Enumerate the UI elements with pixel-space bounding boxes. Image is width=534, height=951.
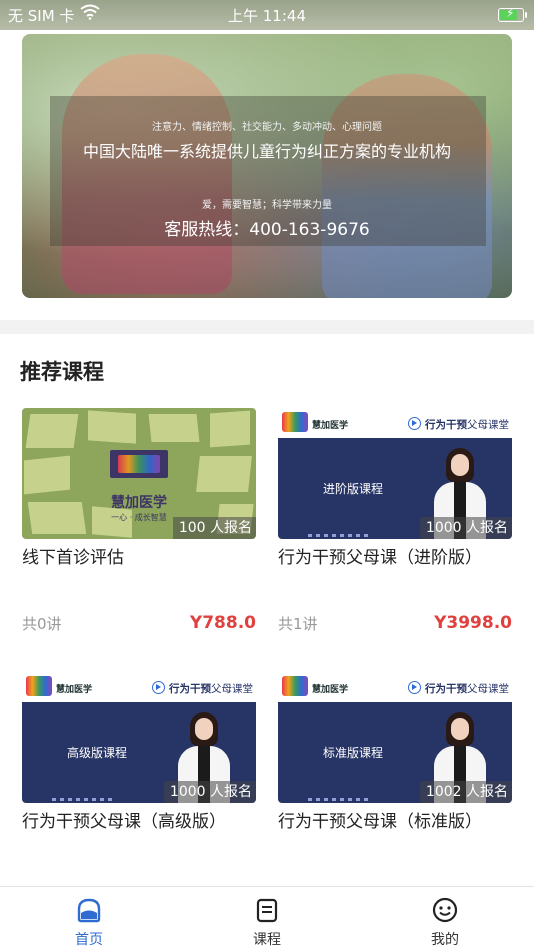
status-bar: 无 SIM 卡 上午 11:44 ⚡ xyxy=(0,0,534,30)
thumbnail-header: 慧加医学 行为干预父母课堂 xyxy=(278,408,512,438)
enrollment-count: 1000 人报名 xyxy=(163,781,256,803)
thumbnail-series: 行为干预父母课堂 xyxy=(169,683,253,695)
enrollment-count: 1002 人报名 xyxy=(419,781,512,803)
enrollment-count: 1000 人报名 xyxy=(419,517,512,539)
course-card[interactable]: 慧加医学 行为干预父母课堂 进阶版课程 1000 人报名 行为干预父母课（进阶版… xyxy=(278,408,512,637)
thumbnail-level: 进阶版课程 xyxy=(322,482,383,496)
section-divider xyxy=(0,320,534,334)
course-title[interactable]: 行为干预父母课（标准版） xyxy=(278,811,512,857)
tab-profile[interactable]: 我的 xyxy=(356,887,534,951)
tab-label: 首页 xyxy=(75,932,103,948)
banner-tags: 注意力、情绪控制、社交能力、多动冲动、心理问题 xyxy=(152,122,382,133)
banner-headline: 中国大陆唯一系统提供儿童行为纠正方案的专业机构 xyxy=(82,142,451,161)
course-card[interactable]: 慧加医学 行为干预父母课堂 高级版课程 1000 人报名 行为干预父母课（高级版… xyxy=(22,672,256,857)
course-title[interactable]: 线下首诊评估 xyxy=(22,547,256,593)
course-thumbnail[interactable]: 慧加医学 一心 · 成长智慧 100 人报名 xyxy=(22,408,256,539)
course-card[interactable]: 慧加医学 行为干预父母课堂 标准版课程 1002 人报名 行为干预父母课（标准版… xyxy=(278,672,512,857)
course-title[interactable]: 行为干预父母课（进阶版） xyxy=(278,547,512,593)
course-meta: 共1讲 Y3998.0 xyxy=(278,613,512,637)
course-meta: 共0讲 Y788.0 xyxy=(22,613,256,637)
banner-section: 注意力、情绪控制、社交能力、多动冲动、心理问题 中国大陆唯一系统提供儿童行为纠正… xyxy=(0,30,534,320)
course-thumbnail[interactable]: 慧加医学 行为干预父母课堂 高级版课程 1000 人报名 xyxy=(22,672,256,803)
course-price: Y788.0 xyxy=(189,613,256,633)
course-thumbnail[interactable]: 慧加医学 行为干预父母课堂 进阶版课程 1000 人报名 xyxy=(278,408,512,539)
banner-hotline: 客服热线：400-163-9676 xyxy=(164,220,370,240)
tab-label: 我的 xyxy=(431,932,459,948)
promo-banner[interactable]: 注意力、情绪控制、社交能力、多动冲动、心理问题 中国大陆唯一系统提供儿童行为纠正… xyxy=(22,34,512,298)
play-icon xyxy=(152,681,165,694)
thumbnail-header: 慧加医学 行为干预父母课堂 xyxy=(22,672,256,702)
section-title: 推荐课程 xyxy=(20,360,104,384)
course-price: Y3998.0 xyxy=(434,613,512,633)
play-icon xyxy=(408,417,421,430)
thumbnail-brand: 慧加医学 xyxy=(56,685,93,695)
home-icon xyxy=(76,897,102,923)
course-icon xyxy=(254,897,280,923)
tab-home[interactable]: 首页 xyxy=(0,887,178,951)
thumbnail-dots xyxy=(308,798,368,801)
lecture-count: 共1讲 xyxy=(278,615,318,633)
play-icon xyxy=(408,681,421,694)
thumbnail-series: 行为干预父母课堂 xyxy=(425,419,509,431)
smiley-profile-icon xyxy=(432,897,458,923)
thumbnail-level: 标准版课程 xyxy=(322,746,383,760)
enrollment-count: 100 人报名 xyxy=(172,517,256,539)
course-thumbnail[interactable]: 慧加医学 行为干预父母课堂 标准版课程 1002 人报名 xyxy=(278,672,512,803)
tab-label: 课程 xyxy=(253,932,281,948)
tab-courses[interactable]: 课程 xyxy=(178,887,356,951)
course-title[interactable]: 行为干预父母课（高级版） xyxy=(22,811,256,857)
course-card[interactable]: 慧加医学 一心 · 成长智慧 100 人报名 线下首诊评估 共0讲 Y788.0 xyxy=(22,408,256,637)
brand-logo-icon xyxy=(282,676,308,696)
lecture-count: 共0讲 xyxy=(22,615,62,633)
thumbnail-header: 慧加医学 行为干预父母课堂 xyxy=(278,672,512,702)
thumbnail-dots xyxy=(308,534,368,537)
thumbnail-dots xyxy=(52,798,112,801)
bottom-tab-bar: 首页 课程 我的 xyxy=(0,886,534,951)
brand-logo-icon xyxy=(110,450,168,478)
thumbnail-brand: 慧加医学 xyxy=(111,495,167,511)
thumbnail-brand: 慧加医学 xyxy=(312,421,349,431)
brand-logo-icon xyxy=(26,676,52,696)
brand-logo-icon xyxy=(282,412,308,432)
battery-icon: ⚡ xyxy=(498,6,527,22)
clock: 上午 11:44 xyxy=(228,7,306,25)
banner-slogan: 爱，需要智慧；科学带来力量 xyxy=(202,200,332,211)
thumbnail-brand: 慧加医学 xyxy=(312,685,349,695)
thumbnail-level: 高级版课程 xyxy=(66,746,127,760)
thumbnail-series: 行为干预父母课堂 xyxy=(425,683,509,695)
